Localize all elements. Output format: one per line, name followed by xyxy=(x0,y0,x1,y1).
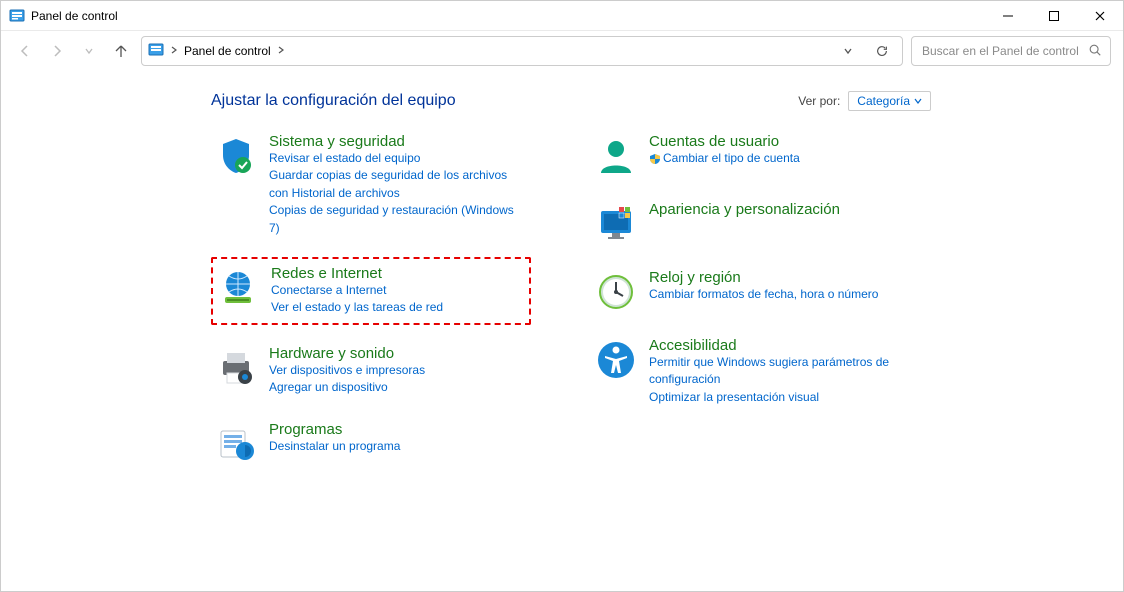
category-hardware-sound: Hardware y sonido Ver dispositivos e imp… xyxy=(211,341,531,401)
printer-icon[interactable] xyxy=(215,347,257,389)
category-user-accounts: Cuentas de usuario Cambiar el tipo de cu… xyxy=(591,129,911,181)
programs-icon[interactable] xyxy=(215,423,257,465)
category-appearance: Apariencia y personalización xyxy=(591,197,911,249)
category-title[interactable]: Accesibilidad xyxy=(649,337,737,354)
chevron-down-icon xyxy=(914,94,922,108)
globe-network-icon[interactable] xyxy=(217,267,259,309)
address-dropdown[interactable] xyxy=(834,37,862,65)
category-link[interactable]: Cambiar formatos de fecha, hora o número xyxy=(649,286,907,303)
recent-dropdown[interactable] xyxy=(77,39,101,63)
search-input[interactable] xyxy=(920,43,1088,59)
category-link[interactable]: Copias de seguridad y restauración (Wind… xyxy=(269,202,527,237)
chevron-right-icon[interactable] xyxy=(277,46,285,57)
refresh-button[interactable] xyxy=(868,37,896,65)
chevron-right-icon[interactable] xyxy=(170,46,178,57)
control-panel-icon xyxy=(148,42,164,61)
category-clock-region: Reloj y región Cambiar formatos de fecha… xyxy=(591,265,911,317)
breadcrumb-root[interactable]: Panel de control xyxy=(184,44,271,58)
control-panel-icon xyxy=(9,8,25,24)
content-area: Ajustar la configuración del equipo Ver … xyxy=(1,71,1123,485)
navigation-bar: Panel de control xyxy=(1,31,1123,71)
category-columns: Sistema y seguridad Revisar el estado de… xyxy=(211,129,1123,485)
category-link[interactable]: Cambiar el tipo de cuenta xyxy=(649,150,907,170)
uac-shield-icon xyxy=(649,153,661,170)
page-heading: Ajustar la configuración del equipo xyxy=(211,92,456,110)
category-title[interactable]: Hardware y sonido xyxy=(269,345,394,362)
clock-icon[interactable] xyxy=(595,271,637,313)
category-accessibility: Accesibilidad Permitir que Windows sugie… xyxy=(591,333,911,410)
up-button[interactable] xyxy=(109,39,133,63)
category-title[interactable]: Cuentas de usuario xyxy=(649,133,779,150)
category-link[interactable]: Ver el estado y las tareas de red xyxy=(271,299,525,316)
minimize-button[interactable] xyxy=(985,1,1031,31)
window-controls xyxy=(985,1,1123,31)
maximize-button[interactable] xyxy=(1031,1,1077,31)
left-column: Sistema y seguridad Revisar el estado de… xyxy=(211,129,531,485)
shield-icon[interactable] xyxy=(215,135,257,177)
category-link-text: Cambiar el tipo de cuenta xyxy=(663,151,800,165)
category-link[interactable]: Optimizar la presentación visual xyxy=(649,389,907,406)
titlebar: Panel de control xyxy=(1,1,1123,31)
close-button[interactable] xyxy=(1077,1,1123,31)
category-link[interactable]: Conectarse a Internet xyxy=(271,282,525,299)
category-link[interactable]: Permitir que Windows sugiera parámetros … xyxy=(649,354,907,389)
window-title: Panel de control xyxy=(31,9,985,23)
forward-button[interactable] xyxy=(45,39,69,63)
category-network-internet: Redes e Internet Conectarse a Internet V… xyxy=(211,257,531,325)
monitor-icon[interactable] xyxy=(595,203,637,245)
view-by: Ver por: Categoría xyxy=(798,91,931,111)
search-box[interactable] xyxy=(911,36,1111,66)
search-icon[interactable] xyxy=(1088,43,1102,60)
address-bar[interactable]: Panel de control xyxy=(141,36,903,66)
user-icon[interactable] xyxy=(595,135,637,177)
right-column: Cuentas de usuario Cambiar el tipo de cu… xyxy=(591,129,911,485)
back-button[interactable] xyxy=(13,39,37,63)
view-by-dropdown[interactable]: Categoría xyxy=(848,91,931,111)
category-link[interactable]: Guardar copias de seguridad de los archi… xyxy=(269,167,527,202)
heading-row: Ajustar la configuración del equipo Ver … xyxy=(211,91,931,111)
category-link[interactable]: Revisar el estado del equipo xyxy=(269,150,527,167)
view-by-label: Ver por: xyxy=(798,94,840,108)
category-title[interactable]: Programas xyxy=(269,421,342,438)
category-title[interactable]: Sistema y seguridad xyxy=(269,133,405,150)
category-title[interactable]: Redes e Internet xyxy=(271,265,382,282)
category-link[interactable]: Agregar un dispositivo xyxy=(269,379,527,396)
category-title[interactable]: Reloj y región xyxy=(649,269,741,286)
category-title[interactable]: Apariencia y personalización xyxy=(649,201,840,218)
accessibility-icon[interactable] xyxy=(595,339,637,381)
view-by-value: Categoría xyxy=(857,94,910,108)
category-link[interactable]: Ver dispositivos e impresoras xyxy=(269,362,527,379)
category-link[interactable]: Desinstalar un programa xyxy=(269,438,527,455)
category-programs: Programas Desinstalar un programa xyxy=(211,417,531,469)
category-system-security: Sistema y seguridad Revisar el estado de… xyxy=(211,129,531,241)
